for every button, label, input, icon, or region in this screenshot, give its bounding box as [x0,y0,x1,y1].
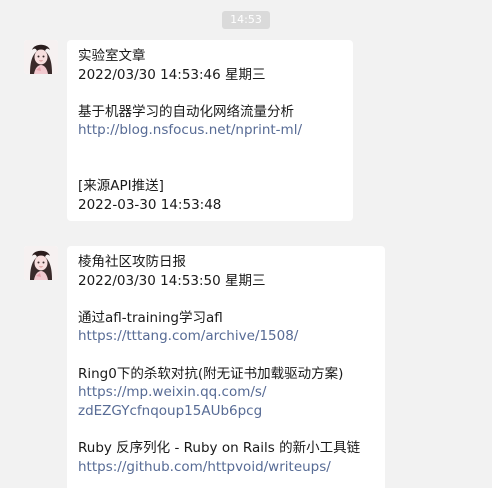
message-bubble[interactable]: 棱角社区攻防日报 2022/03/30 14:53:50 星期三 通过afl-t… [67,246,385,488]
chat-window: 14:53 实验室文章 2022/03/30 14:53:46 星期三 基于机器… [0,0,492,488]
article-title: 基于机器学习的自动化网络流量分析 [78,103,294,120]
item-link[interactable]: https://tttang.com/archive/1508/ [78,327,385,346]
item-link[interactable]: https://mp.weixin.qq.com/s/ [78,383,385,402]
time-divider: 14:53 [0,8,492,29]
item-link[interactable]: https://github.com/httpvoid/writeups/ [78,458,385,477]
source-label: [来源API推送] [78,178,164,195]
message-title: 实验室文章 [78,48,146,64]
source-time: 2022-03-30 14:53:48 [78,196,222,213]
item-title: 通过afl-training学习afl [78,309,223,326]
avatar-girl-icon [24,40,58,74]
message-title: 棱角社区攻防日报 [78,254,186,270]
message-bubble[interactable]: 实验室文章 2022/03/30 14:53:46 星期三 基于机器学习的自动化… [67,40,353,222]
message-date: 2022/03/30 14:53:46 星期三 [78,66,266,83]
avatar[interactable] [24,40,58,74]
article-link[interactable]: http://blog.nsfocus.net/nprint-ml/ [78,121,353,140]
message-date: 2022/03/30 14:53:50 星期三 [78,272,266,289]
avatar[interactable] [24,246,58,280]
item-title: Ruby 反序列化 - Ruby on Rails 的新小工具链 [78,439,361,456]
item-title: Ring0下的杀软对抗(附无证书加载驱动方案) [78,365,344,382]
timestamp-chip: 14:53 [222,11,270,29]
avatar-girl-icon [24,246,58,280]
item-link-continued[interactable]: zdEZGYcfnqoup15AUb6pcg [78,402,385,421]
